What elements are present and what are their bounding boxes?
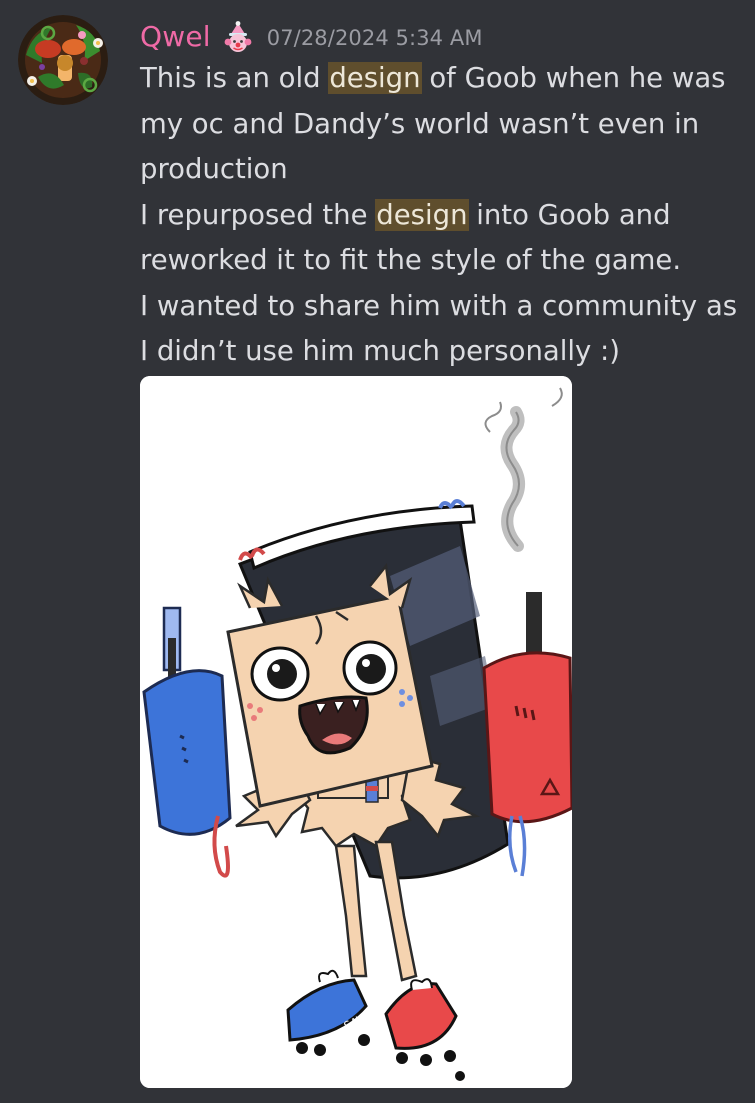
message-line: This is an old design of Goob when he wa… <box>140 62 726 94</box>
message-line: I didn’t use him much personally :) <box>140 335 621 367</box>
image-attachment[interactable]: SAV- <box>140 376 572 1088</box>
message-line: I repurposed the design into Goob and <box>140 198 671 231</box>
message-line: I wanted to share him with a community a… <box>140 289 738 322</box>
message-content: This is an old design of Goob when he wa… <box>140 56 748 375</box>
character-drawing: SAV- <box>140 376 572 1088</box>
message-header: Qwel 07/28/2024 5:34 AM <box>140 14 483 58</box>
message-line: production <box>140 153 288 185</box>
user-avatar[interactable] <box>18 15 108 105</box>
search-highlight: design <box>328 62 422 94</box>
message-line: my oc and Dandy’s world wasn’t even in <box>140 107 700 140</box>
username[interactable]: Qwel <box>140 20 211 53</box>
message-line: reworked it to fit the style of the game… <box>140 244 682 276</box>
avatar-image <box>18 15 108 105</box>
clown-icon[interactable] <box>221 20 255 54</box>
chat-message: Qwel 07/28/2024 5:34 AM This is an old d… <box>0 0 755 1103</box>
timestamp: 07/28/2024 5:34 AM <box>266 26 483 50</box>
search-highlight: design <box>375 198 469 231</box>
